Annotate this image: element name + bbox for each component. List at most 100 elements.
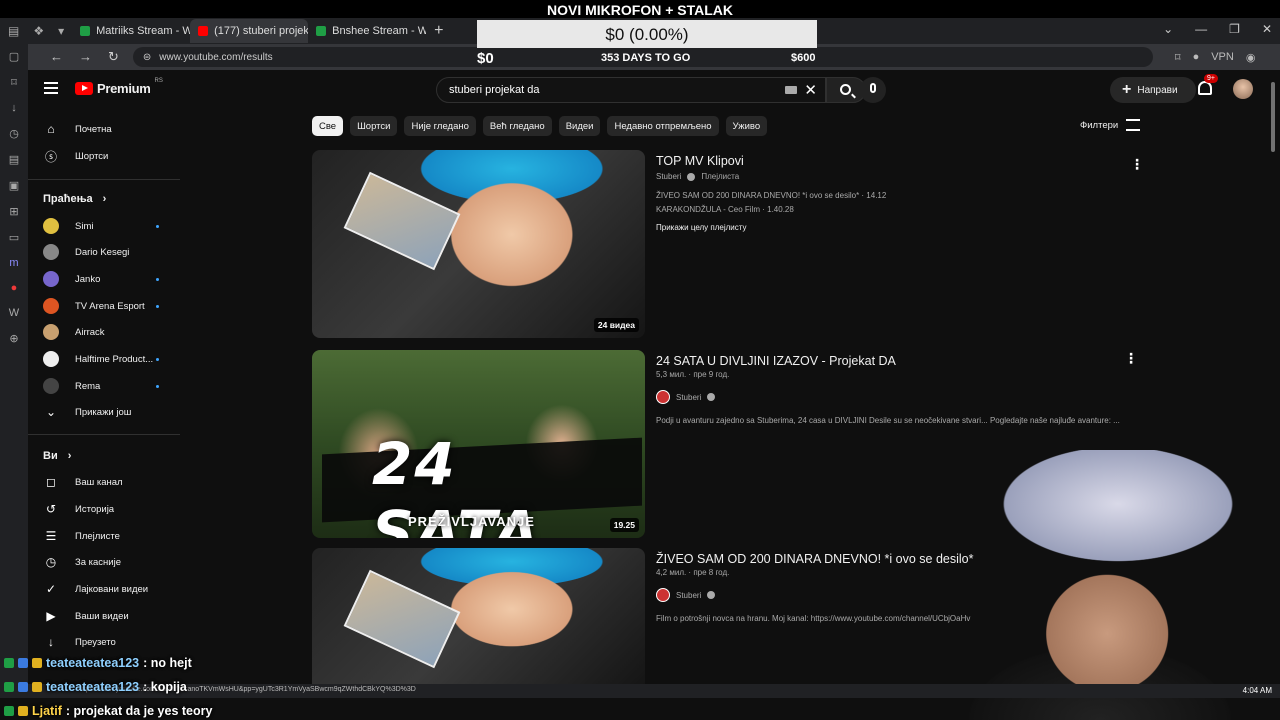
sidebar-channel-janko[interactable]: Janko: [28, 266, 178, 292]
result-title[interactable]: TOP MV Klipovi: [656, 154, 744, 168]
extension-icon[interactable]: ●: [1193, 51, 1200, 64]
account-avatar[interactable]: [1233, 79, 1253, 99]
keyboard-icon[interactable]: [785, 86, 797, 94]
tab-matriiks[interactable]: Matriiks Stream - Watch Li: [72, 19, 190, 43]
chip-shorts[interactable]: Шортси: [350, 116, 398, 136]
tab-bnshee[interactable]: Bnshee Stream - Watch Liv: [308, 19, 426, 43]
video-thumbnail[interactable]: [312, 548, 645, 684]
channel-name[interactable]: Stuberi: [676, 591, 701, 600]
you-header[interactable]: Ви ›: [43, 450, 71, 462]
channel-icon: ◻: [46, 475, 56, 489]
channel-avatar[interactable]: [656, 588, 670, 602]
notes-icon[interactable]: ▤: [9, 153, 19, 166]
chevron-down-icon: ⌄: [45, 405, 57, 419]
subscriptions-header[interactable]: Праћења ›: [43, 193, 106, 205]
channel-avatar: [43, 378, 59, 394]
chip-live[interactable]: Уживо: [725, 116, 768, 136]
sidebar-show-more[interactable]: ⌄ Прикажи још: [28, 399, 178, 425]
plus-icon: +: [1122, 81, 1132, 98]
back-icon[interactable]: ←: [50, 49, 63, 65]
youtube-sidebar: ⌂ Почетна ⓢ Шортси Праћења › Simi Dario …: [28, 112, 180, 682]
sidebar-item-liked[interactable]: ✓ Лајковани видеи: [28, 576, 178, 602]
reader-icon[interactable]: ▣: [9, 179, 19, 192]
sidebar-item-your-videos[interactable]: ▶ Ваши видеи: [28, 603, 178, 629]
profile-icon[interactable]: ◉: [1246, 51, 1256, 64]
duration-badge: 19.25: [609, 518, 639, 532]
chevron-down-icon[interactable]: ▾: [58, 24, 64, 38]
channel-name[interactable]: Stuberi: [656, 172, 681, 181]
sidebar-channel-simi[interactable]: Simi: [28, 213, 178, 239]
workspaces-icon[interactable]: ❖: [33, 24, 44, 38]
video-count-badge: 24 видеа: [593, 318, 639, 332]
video-thumbnail[interactable]: 24 SATA PREŽIVLJAVANJE 19.25: [312, 350, 645, 538]
sidebar-item-your-channel[interactable]: ◻ Ваш канал: [28, 469, 178, 495]
chevron-right-icon: ›: [102, 193, 107, 205]
maximize-icon[interactable]: ❐: [1229, 22, 1240, 36]
forward-icon[interactable]: →: [79, 49, 92, 65]
reload-icon[interactable]: ↻: [108, 49, 119, 65]
playlist-item[interactable]: KARAKONDŽULA - Ceo Film · 1.40.28: [656, 205, 794, 214]
vivaldi-icon[interactable]: ●: [11, 282, 18, 294]
create-button[interactable]: + Направи: [1110, 77, 1196, 103]
chip-all[interactable]: Све: [312, 116, 344, 136]
chip-videos[interactable]: Видеи: [558, 116, 601, 136]
donation-goal-value: $0 (0.00%): [477, 20, 817, 48]
sidebar-item-shorts[interactable]: ⓢ Шортси: [28, 143, 178, 169]
channel-avatar[interactable]: [656, 390, 670, 404]
filters-button[interactable]: Филтери: [1080, 119, 1141, 131]
chip-recently-uploaded[interactable]: Недавно отпремљено: [607, 116, 719, 136]
chat-text: : kopija: [143, 680, 187, 694]
playlist-item[interactable]: ŽIVEO SAM OD 200 DINARA DNEVNO! *i ovo s…: [656, 191, 886, 200]
view-full-playlist-link[interactable]: Прикажи целу плејлисту: [656, 223, 747, 232]
sidebar-channel-airrack[interactable]: Airrack: [28, 319, 178, 345]
new-content-dot: [156, 304, 159, 308]
sidebar-item-playlists[interactable]: ☰ Плејлисте: [28, 523, 178, 549]
sidebar-channel-dario-kesegi[interactable]: Dario Kesegi: [28, 239, 178, 265]
mastodon-icon[interactable]: m: [9, 257, 18, 269]
sidebar-toggle-icon[interactable]: ▤: [8, 24, 19, 38]
mic-icon: [870, 83, 876, 93]
result-type: Плејлиста: [701, 172, 740, 181]
notifications-bell-icon[interactable]: [1198, 81, 1212, 95]
window-icon[interactable]: ▭: [9, 231, 19, 244]
tab-search-icon[interactable]: ⌄: [1163, 22, 1173, 36]
sidebar-item-watch-later[interactable]: ◷ За касније: [28, 549, 178, 575]
bookmarks-icon[interactable]: ⌑: [11, 76, 17, 89]
tab-youtube[interactable]: (177) stuberi projekat da - ✕: [190, 19, 309, 43]
more-options-icon[interactable]: ⋮: [1124, 350, 1138, 367]
sidebar-item-history[interactable]: ↺ Историја: [28, 496, 178, 522]
menu-icon[interactable]: [44, 82, 58, 94]
chat-username: teateateatea123: [46, 656, 140, 670]
search-input[interactable]: stuberi projekat da ✕: [436, 77, 826, 103]
scrollbar-thumb[interactable]: [1271, 82, 1275, 152]
downloads-icon[interactable]: ↓: [11, 102, 17, 114]
wiki-icon[interactable]: W: [9, 307, 19, 319]
voice-search-button[interactable]: [860, 77, 886, 103]
new-tab-button[interactable]: +: [434, 22, 443, 40]
clear-search-icon[interactable]: ✕: [804, 81, 817, 99]
sidebar-channel-tv-arena[interactable]: TV Arena Esport: [28, 293, 178, 319]
panel-icon[interactable]: ▢: [9, 50, 19, 63]
site-info-icon[interactable]: ⊜: [143, 52, 151, 63]
translate-icon[interactable]: ⊞: [9, 205, 18, 218]
playlist-thumbnail[interactable]: 24 видеа: [312, 150, 645, 338]
chip-watched[interactable]: Већ гледано: [482, 116, 552, 136]
goal-start: $0: [477, 50, 494, 67]
result-title[interactable]: 24 SATA U DIVLJINI IZAZOV - Projekat DA: [656, 354, 896, 368]
minimize-icon[interactable]: —: [1195, 22, 1207, 36]
bookmark-icon[interactable]: ⌑: [1175, 51, 1181, 64]
more-options-icon[interactable]: ⋮: [1130, 156, 1144, 173]
add-panel-icon[interactable]: ⊕: [9, 332, 18, 345]
history-panel-icon[interactable]: ◷: [9, 127, 19, 140]
new-content-dot: [156, 357, 159, 361]
channel-name[interactable]: Stuberi: [676, 393, 701, 402]
sidebar-channel-halftime[interactable]: Halftime Product...: [28, 346, 178, 372]
sidebar-channel-rema[interactable]: Rema: [28, 373, 178, 399]
sidebar-item-downloads[interactable]: ↓ Преузето: [28, 629, 178, 655]
channel-avatar: [43, 324, 59, 340]
vpn-icon[interactable]: VPN: [1211, 51, 1234, 64]
close-window-icon[interactable]: ✕: [1262, 22, 1272, 36]
youtube-logo[interactable]: Premium RS: [75, 78, 163, 96]
chip-unwatched[interactable]: Није гледано: [404, 116, 476, 136]
sidebar-item-home[interactable]: ⌂ Почетна: [28, 116, 178, 142]
